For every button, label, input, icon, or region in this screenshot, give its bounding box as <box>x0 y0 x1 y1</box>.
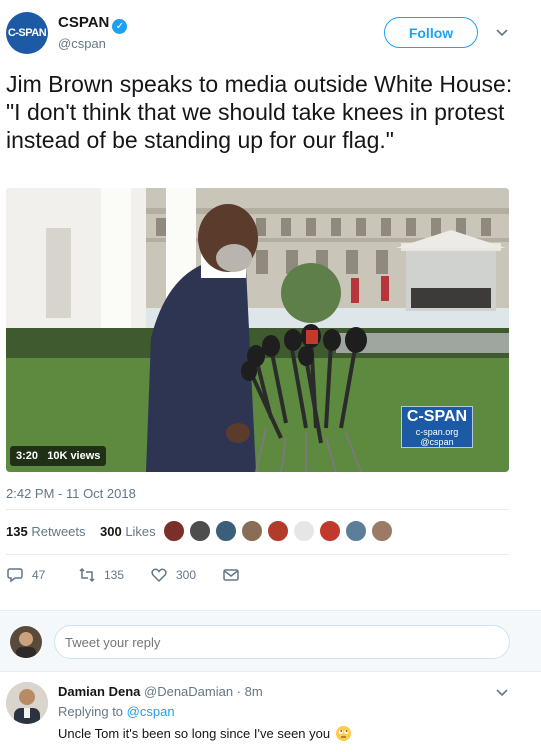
tweet-text: Jim Brown speaks to media outside White … <box>6 71 513 153</box>
reply-composer <box>0 610 541 672</box>
envelope-icon <box>223 569 239 581</box>
reply-time[interactable]: · 8m <box>237 684 263 699</box>
watermark-big: C-SPAN <box>406 408 468 425</box>
reply-tweet: Damian Dena @DenaDamian · 8m Replying to… <box>0 672 541 752</box>
author-name-label[interactable]: CSPAN <box>58 14 109 31</box>
rolling-eyes-emoji-icon <box>335 726 351 741</box>
liker-avatar[interactable] <box>267 520 289 542</box>
video-duration: 3:20 <box>16 450 39 462</box>
liker-avatar[interactable] <box>345 520 367 542</box>
reply-text-body: Uncle Tom it's been so long since I've s… <box>58 726 331 741</box>
liker-avatar[interactable] <box>215 520 237 542</box>
current-user-avatar[interactable] <box>10 626 42 658</box>
replying-prefix: Replying to <box>58 704 124 719</box>
like-count: 300 <box>176 568 197 582</box>
liker-avatar[interactable] <box>163 520 185 542</box>
reply-count: 47 <box>32 568 46 582</box>
verified-badge-icon: ✓ <box>112 19 128 34</box>
tweet: C-SPAN CSPAN ✓ @cspan Follow Jim Brown sp… <box>0 0 541 610</box>
liker-avatar[interactable] <box>319 520 341 542</box>
divider <box>6 554 509 555</box>
retweets-count[interactable]: 135 <box>6 524 28 539</box>
retweet-icon <box>79 567 95 583</box>
replying-to-link[interactable]: @cspan <box>127 704 175 719</box>
reply-input[interactable] <box>54 625 510 659</box>
tweet-stats: 135 Retweets 300 Likes <box>6 524 156 539</box>
retweet-count: 135 <box>104 568 125 582</box>
author-name[interactable]: CSPAN ✓ <box>58 14 128 34</box>
replying-to: Replying to @cspan <box>58 704 175 719</box>
reply-author-name[interactable]: Damian Dena <box>58 684 140 699</box>
liker-avatar[interactable] <box>241 520 263 542</box>
liker-avatar[interactable] <box>189 520 211 542</box>
chevron-down-icon[interactable] <box>494 24 510 40</box>
like-button[interactable]: 300 <box>150 566 196 584</box>
video-views: 10K views <box>47 450 101 462</box>
retweets-label[interactable]: Retweets <box>31 524 85 539</box>
reply-text: Uncle Tom it's been so long since I've s… <box>58 726 351 741</box>
cspan-watermark: C-SPAN c-span.org @cspan <box>401 406 473 448</box>
direct-message-button[interactable] <box>222 566 248 584</box>
watermark-site: c-span.org <box>415 427 459 437</box>
reply-button[interactable]: 47 <box>6 566 45 584</box>
liker-avatar[interactable] <box>371 520 393 542</box>
reply-author-handle[interactable]: @DenaDamian <box>144 684 233 699</box>
video-duration-badge: 3:20 10K views <box>10 446 107 466</box>
reply-author[interactable]: Damian Dena @DenaDamian · 8m <box>58 684 263 699</box>
likes-label[interactable]: Likes <box>125 524 155 539</box>
heart-icon <box>151 568 167 583</box>
reply-icon <box>7 568 23 583</box>
liker-avatar[interactable] <box>293 520 315 542</box>
divider <box>6 509 509 510</box>
author-handle[interactable]: @cspan <box>58 36 106 51</box>
retweet-button[interactable]: 135 <box>78 566 124 584</box>
watermark-handle: @cspan <box>420 437 454 447</box>
chevron-down-icon[interactable] <box>494 684 510 700</box>
tweet-actions: 47 135 300 <box>0 566 541 588</box>
tweet-timestamp[interactable]: 2:42 PM - 11 Oct 2018 <box>6 486 136 501</box>
follow-button[interactable]: Follow <box>384 17 478 48</box>
reply-author-avatar[interactable] <box>6 682 48 724</box>
likes-count[interactable]: 300 <box>100 524 122 539</box>
author-avatar[interactable]: C-SPAN <box>6 12 48 54</box>
